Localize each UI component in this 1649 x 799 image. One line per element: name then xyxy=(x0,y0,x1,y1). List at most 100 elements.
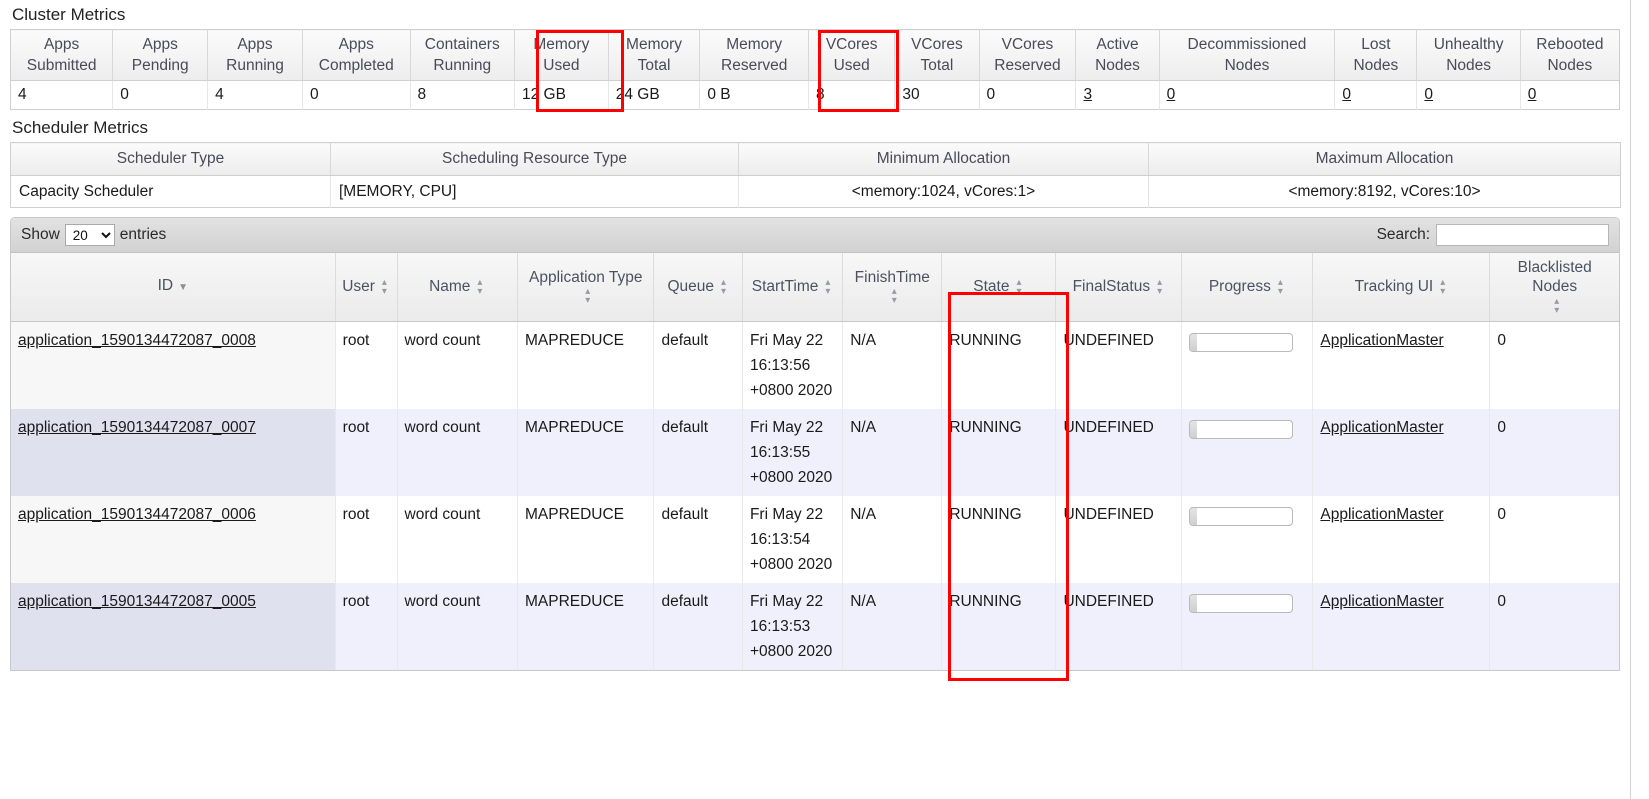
search-label: Search: xyxy=(1377,226,1430,244)
sort-both-icon[interactable]: ▴▾ xyxy=(718,278,729,296)
sort-both-icon[interactable]: ▴▾ xyxy=(822,278,833,296)
scheduler-metric-value-0: Capacity Scheduler xyxy=(11,176,331,208)
tracking-ui-cell[interactable]: ApplicationMaster xyxy=(1313,409,1490,496)
column-label: Application Type xyxy=(529,268,642,287)
applications-column-header-application-type[interactable]: Application Type▴▾ xyxy=(517,253,653,322)
tracking-ui-cell[interactable]: ApplicationMaster xyxy=(1313,496,1490,583)
application-id-link[interactable]: application_1590134472087_0008 xyxy=(18,332,256,349)
table-row: application_1590134472087_0007rootword c… xyxy=(11,409,1619,496)
application-id-link[interactable]: application_1590134472087_0006 xyxy=(18,506,256,523)
blacklisted-nodes-cell: 0 xyxy=(1490,409,1619,496)
state-cell: RUNNING xyxy=(942,496,1056,583)
cluster-metric-link-15[interactable]: 0 xyxy=(1528,86,1537,103)
scheduler-metrics-value-row: Capacity Scheduler[MEMORY, CPU]<memory:1… xyxy=(11,176,1621,208)
cluster-metric-value-8: 8 xyxy=(809,81,895,110)
application-master-link[interactable]: ApplicationMaster xyxy=(1320,593,1443,610)
scheduler-metric-header-1: Scheduling Resource Type xyxy=(331,143,739,176)
state-cell: RUNNING xyxy=(942,322,1056,410)
cluster-metric-value-11[interactable]: 3 xyxy=(1076,81,1159,110)
sort-both-icon[interactable]: ▴▾ xyxy=(1154,278,1165,296)
search-control: Search: xyxy=(1377,224,1609,246)
state-cell: RUNNING xyxy=(942,583,1056,670)
cluster-metric-header-0: Apps Submitted xyxy=(11,30,113,81)
sort-both-icon[interactable]: ▴▾ xyxy=(1013,278,1024,296)
column-label: Blacklisted Nodes xyxy=(1496,258,1613,296)
applications-datatable: Show 2050100 entries Search: ID▼User▴▾Na… xyxy=(10,217,1620,671)
user-cell: root xyxy=(335,409,397,496)
applications-column-header-name[interactable]: Name▴▾ xyxy=(397,253,517,322)
final-status-cell: UNDEFINED xyxy=(1056,583,1182,670)
application-id-cell[interactable]: application_1590134472087_0007 xyxy=(11,409,335,496)
cluster-metric-header-13: Lost Nodes xyxy=(1335,30,1417,81)
table-row: application_1590134472087_0008rootword c… xyxy=(11,322,1619,410)
applications-header-row: ID▼User▴▾Name▴▾Application Type▴▾Queue▴▾… xyxy=(11,253,1619,322)
sort-both-icon[interactable]: ▴▾ xyxy=(582,287,593,305)
application-id-link[interactable]: application_1590134472087_0007 xyxy=(18,419,256,436)
cluster-metric-header-3: Apps Completed xyxy=(302,30,410,81)
sort-both-icon[interactable]: ▴▾ xyxy=(474,278,485,296)
cluster-metric-link-12[interactable]: 0 xyxy=(1167,86,1176,103)
applications-column-header-starttime[interactable]: StartTime▴▾ xyxy=(742,253,842,322)
applications-column-header-progress[interactable]: Progress▴▾ xyxy=(1182,253,1313,322)
applications-body: application_1590134472087_0008rootword c… xyxy=(11,322,1619,671)
cluster-metric-link-14[interactable]: 0 xyxy=(1424,86,1433,103)
applications-column-header-queue[interactable]: Queue▴▾ xyxy=(654,253,743,322)
entries-label: entries xyxy=(120,226,167,244)
cluster-metric-value-13[interactable]: 0 xyxy=(1335,81,1417,110)
application-master-link[interactable]: ApplicationMaster xyxy=(1320,332,1443,349)
queue-cell: default xyxy=(654,583,743,670)
applications-column-header-user[interactable]: User▴▾ xyxy=(335,253,397,322)
cluster-metric-link-13[interactable]: 0 xyxy=(1342,86,1351,103)
start-time-cell: Fri May 22 16:13:55 +0800 2020 xyxy=(742,409,842,496)
sort-both-icon[interactable]: ▴▾ xyxy=(1437,278,1448,296)
finish-time-cell: N/A xyxy=(843,409,942,496)
sort-both-icon[interactable]: ▴▾ xyxy=(1275,278,1286,296)
applications-column-header-blacklisted-nodes[interactable]: Blacklisted Nodes▴▾ xyxy=(1490,253,1619,322)
scheduler-metrics-table: Scheduler TypeScheduling Resource TypeMi… xyxy=(10,142,1621,208)
sort-both-icon[interactable]: ▴▾ xyxy=(379,278,390,296)
cluster-metric-value-12[interactable]: 0 xyxy=(1159,81,1335,110)
scheduler-metrics-title: Scheduler Metrics xyxy=(0,110,1630,142)
cluster-metric-header-4: Containers Running xyxy=(410,30,514,81)
start-time-cell: Fri May 22 16:13:53 +0800 2020 xyxy=(742,583,842,670)
cluster-metric-header-1: Apps Pending xyxy=(113,30,208,81)
cluster-metric-value-1: 0 xyxy=(113,81,208,110)
cluster-metric-header-11: Active Nodes xyxy=(1076,30,1159,81)
user-cell: root xyxy=(335,496,397,583)
page-length-select[interactable]: 2050100 xyxy=(65,224,115,246)
tracking-ui-cell[interactable]: ApplicationMaster xyxy=(1313,322,1490,410)
applications-table: ID▼User▴▾Name▴▾Application Type▴▾Queue▴▾… xyxy=(11,253,1619,670)
applications-column-header-finalstatus[interactable]: FinalStatus▴▾ xyxy=(1056,253,1182,322)
cluster-metric-value-3: 0 xyxy=(302,81,410,110)
applications-column-header-id[interactable]: ID▼ xyxy=(11,253,335,322)
applications-column-header-tracking-ui[interactable]: Tracking UI▴▾ xyxy=(1313,253,1490,322)
column-label: FinishTime xyxy=(855,268,930,287)
page-length-control: Show 2050100 entries xyxy=(21,224,166,246)
application-type-cell: MAPREDUCE xyxy=(517,409,653,496)
applications-column-header-state[interactable]: State▴▾ xyxy=(942,253,1056,322)
application-id-link[interactable]: application_1590134472087_0005 xyxy=(18,593,256,610)
cluster-metric-value-14[interactable]: 0 xyxy=(1417,81,1520,110)
progress-cell xyxy=(1182,583,1313,670)
sort-both-icon[interactable]: ▴▾ xyxy=(889,287,900,305)
cluster-metric-value-15[interactable]: 0 xyxy=(1520,81,1619,110)
application-id-cell[interactable]: application_1590134472087_0005 xyxy=(11,583,335,670)
application-id-cell[interactable]: application_1590134472087_0006 xyxy=(11,496,335,583)
application-master-link[interactable]: ApplicationMaster xyxy=(1320,419,1443,436)
sort-desc-icon[interactable]: ▼ xyxy=(178,282,188,293)
datatable-toolbar: Show 2050100 entries Search: xyxy=(11,218,1619,253)
application-id-cell[interactable]: application_1590134472087_0008 xyxy=(11,322,335,410)
tracking-ui-cell[interactable]: ApplicationMaster xyxy=(1313,583,1490,670)
column-label: Progress xyxy=(1209,277,1271,296)
application-master-link[interactable]: ApplicationMaster xyxy=(1320,506,1443,523)
progress-cell xyxy=(1182,496,1313,583)
cluster-metrics-value-row: 4040812 GB24 GB0 B830030000 xyxy=(11,81,1620,110)
cluster-metric-header-2: Apps Running xyxy=(208,30,303,81)
applications-column-header-finishtime[interactable]: FinishTime▴▾ xyxy=(843,253,942,322)
final-status-cell: UNDEFINED xyxy=(1056,496,1182,583)
search-input[interactable] xyxy=(1436,224,1609,246)
cluster-metric-link-11[interactable]: 3 xyxy=(1083,86,1092,103)
sort-both-icon[interactable]: ▴▾ xyxy=(1551,297,1562,315)
application-type-cell: MAPREDUCE xyxy=(517,322,653,410)
cluster-metric-value-9: 30 xyxy=(895,81,979,110)
